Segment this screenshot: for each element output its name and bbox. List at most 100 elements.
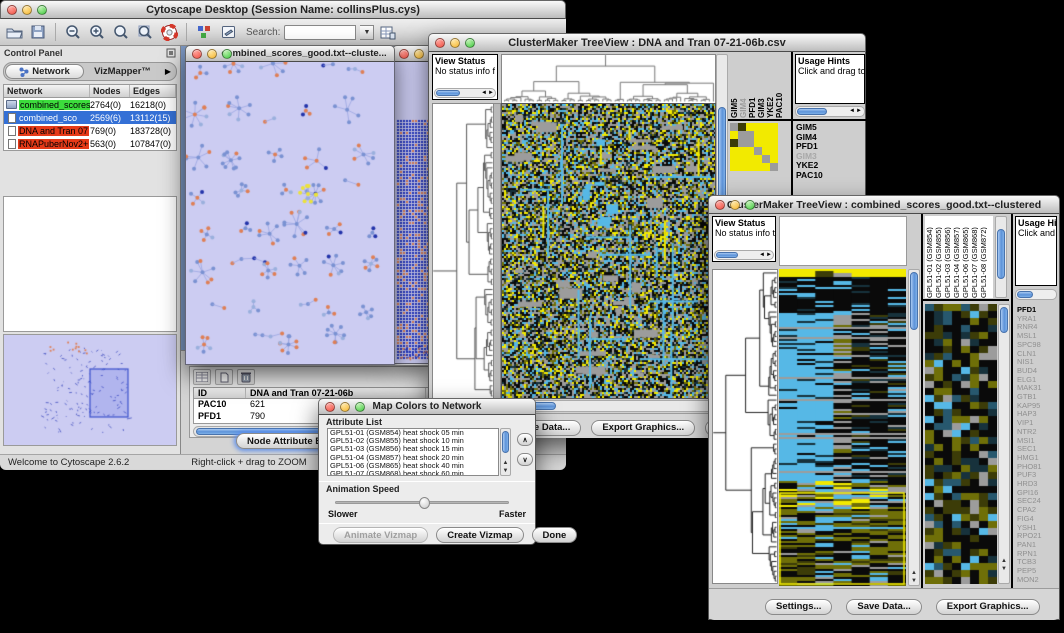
minimize-button[interactable]: [340, 402, 350, 412]
treeview-button-save-data[interactable]: Save Data...: [846, 599, 921, 615]
gene-label-list[interactable]: PFD1YRA1RNR4MSL1SPC98CLN1NIS1BUD4ELG1MAK…: [1017, 306, 1057, 586]
search-input[interactable]: [284, 25, 356, 40]
minimize-button[interactable]: [730, 200, 740, 210]
usage-hints-scrollbar[interactable]: ◄►: [795, 106, 865, 117]
heat-cell[interactable]: [730, 155, 738, 163]
column-dendrogram[interactable]: [501, 54, 716, 104]
heat-cell[interactable]: [762, 139, 770, 147]
scroll-thumb[interactable]: [436, 90, 460, 96]
scroll-thumb[interactable]: [1017, 291, 1033, 298]
open-file-icon[interactable]: [4, 22, 24, 42]
save-icon[interactable]: [28, 22, 48, 42]
heat-cell[interactable]: [746, 163, 754, 171]
tab-network[interactable]: Network: [5, 64, 84, 79]
heat-cell[interactable]: [770, 131, 778, 139]
heat-cell[interactable]: [762, 147, 770, 155]
attribute-table-icon[interactable]: [378, 22, 398, 42]
annotation-doc-icon[interactable]: [218, 22, 238, 42]
row-dendrogram[interactable]: [712, 269, 778, 584]
scroll-down-arrow[interactable]: ▼: [999, 566, 1009, 572]
heat-cell[interactable]: [730, 139, 738, 147]
zoom-vscrollbar[interactable]: ▲ ▼: [998, 304, 1010, 584]
scroll-up-arrow[interactable]: ▲: [501, 460, 510, 466]
scroll-down-arrow[interactable]: ▼: [909, 578, 919, 584]
scroll-right-arrow[interactable]: ►: [856, 108, 862, 114]
heat-cell[interactable]: [746, 139, 754, 147]
dialog-titlebar[interactable]: Map Colors to Network: [318, 398, 536, 415]
scroll-down-arrow[interactable]: ▼: [501, 468, 510, 474]
minimize-button[interactable]: [414, 49, 424, 59]
heat-cell[interactable]: [762, 163, 770, 171]
attribute-item[interactable]: GPL51-07 (GSM868) heat shock 60 min: [330, 470, 498, 476]
heat-cell[interactable]: [738, 131, 746, 139]
help-lifesaver-icon[interactable]: [159, 22, 179, 42]
heat-cell[interactable]: [746, 155, 754, 163]
row-dendrogram[interactable]: [432, 103, 494, 399]
vscroll-thumb[interactable]: [910, 272, 918, 330]
heat-cell[interactable]: [770, 163, 778, 171]
attribute-list-vscrollbar[interactable]: ▲ ▼: [500, 428, 511, 476]
heat-cell[interactable]: [738, 147, 746, 155]
scroll-left-arrow[interactable]: ◄: [759, 252, 765, 258]
heatmap-vscrollbar[interactable]: ▲ ▼: [908, 269, 920, 586]
heat-cell[interactable]: [738, 139, 746, 147]
network-list-row[interactable]: RNAPuberNov2+563(0)107847(0): [4, 137, 176, 150]
network-list-row[interactable]: combined_sco2569(6)13112(15): [4, 111, 176, 124]
zoom-button[interactable]: [465, 38, 475, 48]
tab-vizmapper[interactable]: VizMapper™: [84, 64, 161, 79]
scroll-thumb[interactable]: [716, 252, 738, 258]
move-up-button[interactable]: ∧: [517, 433, 533, 446]
gene-label[interactable]: MON2: [1017, 576, 1057, 585]
network-window-titlebar[interactable]: combined_scores_good.txt--cluste...: [185, 45, 395, 62]
zoom-out-icon[interactable]: [63, 22, 83, 42]
heat-cell[interactable]: [770, 123, 778, 131]
zoom-button[interactable]: [355, 402, 365, 412]
close-button[interactable]: [435, 38, 445, 48]
dendrogram-scroll-strip[interactable]: [493, 103, 501, 399]
float-panel-icon[interactable]: [166, 48, 176, 58]
vscroll-thumb[interactable]: [1000, 307, 1008, 333]
tab-overflow-button[interactable]: ▶: [161, 67, 175, 76]
close-button[interactable]: [715, 200, 725, 210]
heat-cell[interactable]: [730, 123, 738, 131]
view-status-scrollbar[interactable]: ◄►: [434, 88, 496, 98]
dialog-button-done[interactable]: Done: [532, 527, 578, 543]
minimize-button[interactable]: [22, 5, 32, 15]
vscroll-thumb[interactable]: [997, 229, 1005, 279]
col-edges[interactable]: Edges: [130, 85, 176, 97]
heat-cell[interactable]: [770, 147, 778, 155]
zoom-button[interactable]: [222, 49, 232, 59]
scroll-up-arrow[interactable]: ▲: [909, 570, 919, 576]
main-heatmap-canvas[interactable]: [779, 269, 906, 586]
global-heatmap-canvas[interactable]: [501, 103, 716, 399]
search-dropdown-button[interactable]: ▼: [360, 25, 374, 40]
heat-cell[interactable]: [762, 155, 770, 163]
scroll-right-arrow[interactable]: ►: [766, 252, 772, 258]
col-network[interactable]: Network: [4, 85, 90, 97]
heat-cell[interactable]: [730, 147, 738, 155]
zoom-heatmap-matrix[interactable]: [730, 123, 778, 171]
heat-cell[interactable]: [730, 131, 738, 139]
birdseye-view[interactable]: [3, 334, 177, 446]
col-id[interactable]: ID: [194, 388, 246, 398]
col-nodes[interactable]: Nodes: [90, 85, 130, 97]
treeview-combined-titlebar[interactable]: ClusterMaker TreeView : combined_scores_…: [708, 195, 1060, 214]
vscroll-thumb[interactable]: [502, 431, 509, 453]
heat-cell[interactable]: [762, 123, 770, 131]
treeview-dna-titlebar[interactable]: ClusterMaker TreeView : DNA and Tran 07-…: [428, 33, 866, 52]
column-labels-vscrollbar[interactable]: [995, 216, 1007, 298]
scroll-up-arrow[interactable]: ▲: [999, 558, 1009, 564]
usage-hints-scrollbar[interactable]: [1015, 289, 1057, 300]
zoom-in-icon[interactable]: [87, 22, 107, 42]
heat-cell[interactable]: [730, 163, 738, 171]
scroll-thumb[interactable]: [797, 108, 827, 115]
heat-cell[interactable]: [762, 131, 770, 139]
minimize-button[interactable]: [450, 38, 460, 48]
scroll-left-arrow[interactable]: ◄: [481, 90, 487, 96]
treeview-button-export-graphics[interactable]: Export Graphics...: [591, 420, 695, 436]
col-attribute[interactable]: DNA and Tran 07-21-06b: [246, 388, 426, 398]
treeview-button-settings[interactable]: Settings...: [765, 599, 832, 615]
heat-cell[interactable]: [770, 155, 778, 163]
zoom-row-label[interactable]: PAC10: [796, 171, 865, 181]
heat-cell[interactable]: [746, 147, 754, 155]
